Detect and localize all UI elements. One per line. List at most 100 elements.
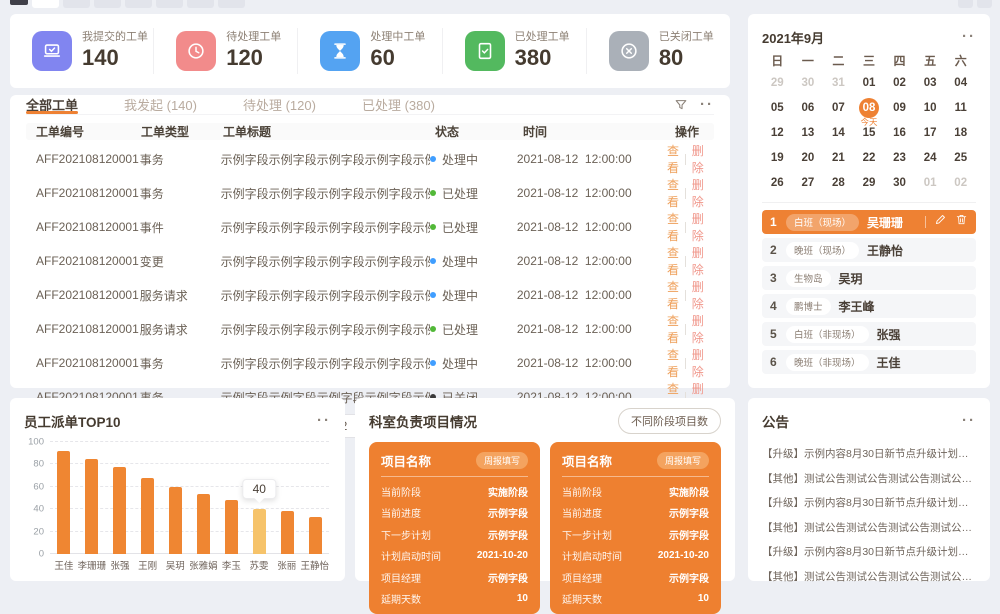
calendar-day[interactable]: 24 (915, 145, 946, 170)
bar-王静怡[interactable] (309, 517, 322, 554)
tab-已处理 (380)[interactable]: 已处理 (380) (362, 95, 435, 114)
tab-待处理 (120)[interactable]: 待处理 (120) (243, 95, 316, 114)
duty-row[interactable]: 2晚班（现场）王静怡 (762, 238, 976, 262)
announcement-item[interactable]: 【其他】测试公告测试公告测试公告测试公告测试公告 (762, 467, 976, 492)
calendar-day[interactable]: 27 (793, 170, 824, 195)
calendar-day[interactable]: 03 (915, 70, 946, 95)
stat-card[interactable]: 已关闭工单80 (586, 28, 730, 74)
calendar-day[interactable]: 18 (945, 120, 976, 145)
top-tab[interactable] (156, 0, 183, 8)
delete-link[interactable]: 删除 (692, 278, 704, 312)
stat-card[interactable]: 我提交的工单140 (10, 28, 153, 74)
view-link[interactable]: 查看 (667, 312, 679, 346)
calendar-day[interactable]: 31 (823, 70, 854, 95)
more-icon[interactable]: ·· (700, 100, 714, 110)
top-tab[interactable] (218, 0, 245, 8)
calendar-day[interactable]: 12 (762, 120, 793, 145)
view-link[interactable]: 查看 (667, 210, 679, 244)
view-link[interactable]: 查看 (667, 176, 679, 210)
stat-card[interactable]: 已处理工单380 (442, 28, 586, 74)
calendar-day[interactable]: 06 (793, 95, 824, 120)
calendar-day[interactable]: 02 (945, 170, 976, 195)
announcement-item[interactable]: 【升级】示例内容8月30日新节点升级计划通知 (762, 442, 976, 467)
announcement-item[interactable]: 【升级】示例内容8月30日新节点升级计划通知 (762, 540, 976, 565)
bar-吴玥[interactable] (169, 487, 182, 554)
stat-card[interactable]: 待处理工单120 (153, 28, 297, 74)
delete-link[interactable]: 删除 (692, 142, 704, 176)
calendar-day[interactable]: 25 (945, 145, 976, 170)
more-icon[interactable]: ·· (962, 416, 976, 426)
tab-我发起 (140)[interactable]: 我发起 (140) (124, 95, 197, 114)
calendar-day[interactable]: 08今天 (854, 95, 885, 120)
trash-icon[interactable] (955, 213, 968, 231)
duty-row[interactable]: 1白班（现场）吴珊珊 (762, 210, 976, 234)
calendar-day[interactable]: 17 (915, 120, 946, 145)
delete-link[interactable]: 删除 (692, 244, 704, 278)
delete-link[interactable]: 删除 (692, 210, 704, 244)
delete-link[interactable]: 删除 (692, 312, 704, 346)
top-tab[interactable] (32, 0, 59, 8)
view-link[interactable]: 查看 (667, 244, 679, 278)
duty-row[interactable]: 3生物岛吴玥 (762, 266, 976, 290)
bar-张强[interactable] (113, 467, 126, 554)
calendar-day[interactable]: 21 (823, 145, 854, 170)
calendar-day[interactable]: 14 (823, 120, 854, 145)
more-icon[interactable]: ·· (962, 32, 976, 42)
calendar-day[interactable]: 29 (854, 170, 885, 195)
bar-苏雯[interactable] (253, 509, 266, 554)
calendar-day[interactable]: 13 (793, 120, 824, 145)
announcement-item[interactable]: 【升级】示例内容8月30日新节点升级计划通知 (762, 491, 976, 516)
calendar-day[interactable]: 16 (884, 120, 915, 145)
top-tab[interactable] (63, 0, 90, 8)
calendar-day[interactable]: 23 (884, 145, 915, 170)
calendar-day[interactable]: 15 (854, 120, 885, 145)
stat-card[interactable]: 处理中工单60 (297, 28, 441, 74)
order-time: 2021-08-12 12:00:00 (517, 356, 667, 370)
stage-count-button[interactable]: 不同阶段项目数 (618, 408, 721, 434)
calendar-day[interactable]: 04 (945, 70, 976, 95)
announcement-item[interactable]: 【其他】测试公告测试公告测试公告测试公告测试公告 (762, 516, 976, 541)
duty-row[interactable]: 6晚班（非现场）王佳 (762, 350, 976, 374)
calendar-day[interactable]: 20 (793, 145, 824, 170)
announcement-item[interactable]: 【其他】测试公告测试公告测试公告测试公告测试公告 (762, 565, 976, 590)
weekly-report-badge[interactable]: 周报填写 (476, 452, 528, 469)
bar-张丽[interactable] (281, 511, 294, 554)
weekly-report-badge[interactable]: 周报填写 (657, 452, 709, 469)
bar-王佳[interactable] (57, 451, 70, 554)
top-tab[interactable] (958, 0, 973, 8)
calendar-day[interactable]: 10 (915, 95, 946, 120)
calendar-day[interactable]: 30 (884, 170, 915, 195)
more-icon[interactable]: ·· (317, 416, 331, 426)
calendar-day[interactable]: 29 (762, 70, 793, 95)
top-tab[interactable] (187, 0, 214, 8)
calendar-day[interactable]: 01 (854, 70, 885, 95)
duty-row[interactable]: 5白班（非现场）张强 (762, 322, 976, 346)
delete-link[interactable]: 删除 (692, 346, 704, 380)
bar-李珊珊[interactable] (85, 459, 98, 554)
view-link[interactable]: 查看 (667, 346, 679, 380)
calendar-day[interactable]: 28 (823, 170, 854, 195)
view-link[interactable]: 查看 (667, 278, 679, 312)
calendar-day[interactable]: 11 (945, 95, 976, 120)
filter-icon[interactable] (674, 98, 688, 112)
duty-row[interactable]: 4鹏博士李王峰 (762, 294, 976, 318)
top-tab[interactable] (125, 0, 152, 8)
edit-icon[interactable] (934, 213, 947, 231)
calendar-day[interactable]: 01 (915, 170, 946, 195)
calendar-day[interactable]: 05 (762, 95, 793, 120)
delete-link[interactable]: 删除 (692, 176, 704, 210)
bar-李玉[interactable] (225, 500, 238, 554)
top-tab[interactable] (94, 0, 121, 8)
calendar-day[interactable]: 30 (793, 70, 824, 95)
calendar-day[interactable]: 09 (884, 95, 915, 120)
calendar-day[interactable]: 19 (762, 145, 793, 170)
tab-全部工单[interactable]: 全部工单 (26, 95, 78, 114)
calendar-day[interactable]: 26 (762, 170, 793, 195)
calendar-day[interactable]: 22 (854, 145, 885, 170)
top-tab[interactable] (977, 0, 992, 8)
bar-王刚[interactable] (141, 478, 154, 554)
view-link[interactable]: 查看 (667, 142, 679, 176)
calendar-day[interactable]: 02 (884, 70, 915, 95)
bar-张雅娟[interactable] (197, 494, 210, 554)
calendar-day[interactable]: 07 (823, 95, 854, 120)
